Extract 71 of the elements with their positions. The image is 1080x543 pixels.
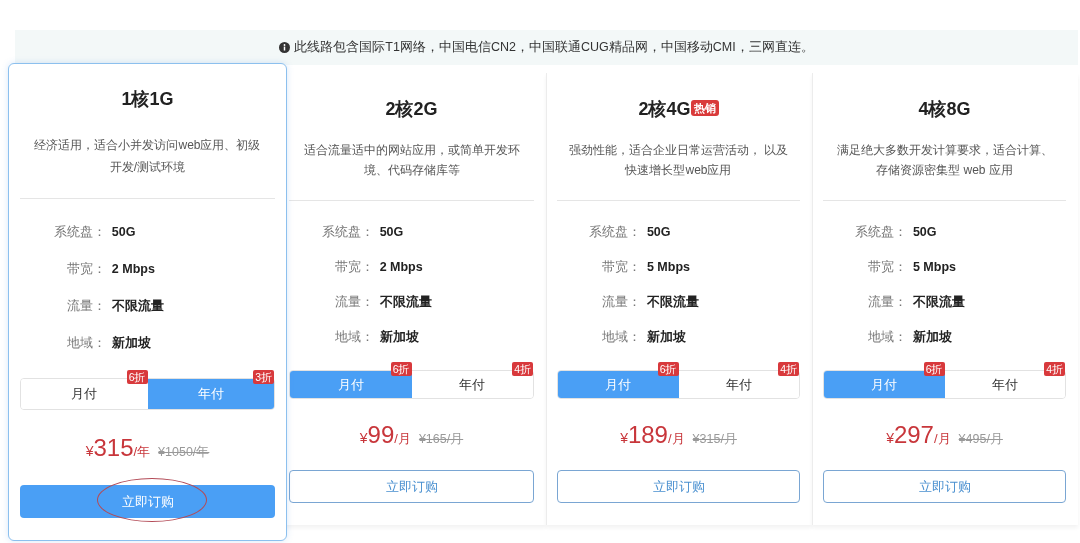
price: 99 <box>367 421 395 448</box>
spec-value: 新加坡 <box>111 335 151 353</box>
plan-title: 1核1G <box>121 89 174 109</box>
spec-value: 不限流量 <box>111 298 164 316</box>
spec-label: 地域： <box>65 335 107 353</box>
spec-value: 不限流量 <box>912 294 965 312</box>
spec-value: 5 Mbps <box>646 259 690 277</box>
discount-badge: 4折 <box>1044 362 1065 376</box>
spec-label: 流量： <box>333 294 375 312</box>
plan-title: 2核2G <box>385 99 438 119</box>
plan-title: 4核8G <box>918 99 971 119</box>
spec-value: 不限流量 <box>646 294 699 312</box>
order-button[interactable]: 立即订购 <box>823 470 1066 503</box>
price: 189 <box>627 421 668 448</box>
price: 315 <box>93 434 134 461</box>
spec-value: 新加坡 <box>912 329 952 347</box>
spec-label: 系统盘： <box>52 224 107 242</box>
discount-badge: 3折 <box>253 370 274 384</box>
spec-label: 系统盘： <box>853 224 908 242</box>
currency-symbol: ¥ <box>886 430 894 446</box>
spec-label: 流量： <box>65 298 107 316</box>
currency-symbol: ¥ <box>85 443 94 459</box>
discount-badge: 6折 <box>390 362 412 376</box>
spec-value: 新加坡 <box>379 329 419 347</box>
spec-label: 系统盘： <box>320 224 375 242</box>
spec-value: 5 Mbps <box>912 259 956 277</box>
spec-label: 系统盘： <box>587 224 642 242</box>
currency-symbol: ¥ <box>620 430 628 446</box>
plan-description: 经济适用，适合小并发访问web应用、初级开发/测试环境 <box>34 137 261 176</box>
discount-badge: 6折 <box>923 362 945 376</box>
discount-badge: 6折 <box>657 362 679 376</box>
original-price: ¥495/月 <box>958 432 1003 446</box>
plan-description: 强劲性能，适合企业日常运营活动， 以及快速增长型web应用 <box>567 142 790 179</box>
spec-value: 不限流量 <box>379 294 432 312</box>
original-price: ¥1050/年 <box>158 445 210 459</box>
info-icon <box>279 42 291 53</box>
spec-label: 带宽： <box>333 259 375 277</box>
spec-value: 2 Mbps <box>111 261 155 279</box>
plan-description: 适合流量适中的网站应用，或简单开发环境、代码存储库等 <box>302 142 521 179</box>
original-price: ¥315/月 <box>692 432 737 446</box>
order-button[interactable]: 立即订购 <box>20 485 275 518</box>
order-button[interactable]: 立即订购 <box>557 470 800 503</box>
price: 297 <box>893 421 934 448</box>
spec-label: 带宽： <box>600 259 642 277</box>
spec-label: 地域： <box>600 329 642 347</box>
plan-title: 2核4G <box>638 99 691 119</box>
spec-value: 50G <box>379 224 404 242</box>
discount-badge: 4折 <box>778 362 799 376</box>
spec-label: 带宽： <box>65 261 107 279</box>
spec-label: 流量： <box>866 294 908 312</box>
original-price: ¥165/月 <box>418 432 464 446</box>
spec-label: 地域： <box>866 329 908 347</box>
discount-badge: 4折 <box>512 362 533 376</box>
plan-description: 满足绝大多数开发计算要求，适合计算、存储资源密集型 web 应用 <box>835 142 1054 179</box>
spec-value: 新加坡 <box>646 329 686 347</box>
notice-text: 此线路包含国际T1网络，中国电信CN2，中国联通CUG精品网，中国移动CMI，三网直连。 <box>294 39 814 57</box>
hot-tag: 热销 <box>690 100 719 116</box>
order-button[interactable]: 立即订购 <box>289 470 534 503</box>
spec-label: 地域： <box>333 329 375 347</box>
currency-symbol: ¥ <box>359 430 368 446</box>
price-unit: /月 <box>667 431 685 446</box>
price-unit: /年 <box>133 444 151 459</box>
spec-label: 带宽： <box>866 259 908 277</box>
spec-value: 50G <box>111 224 136 242</box>
price-unit: /月 <box>394 431 411 446</box>
spec-label: 流量： <box>600 294 642 312</box>
spec-value: 2 Mbps <box>379 259 423 277</box>
spec-value: 50G <box>646 224 671 242</box>
price-unit: /月 <box>933 431 951 446</box>
discount-badge: 6折 <box>126 370 148 384</box>
spec-value: 50G <box>912 224 937 242</box>
